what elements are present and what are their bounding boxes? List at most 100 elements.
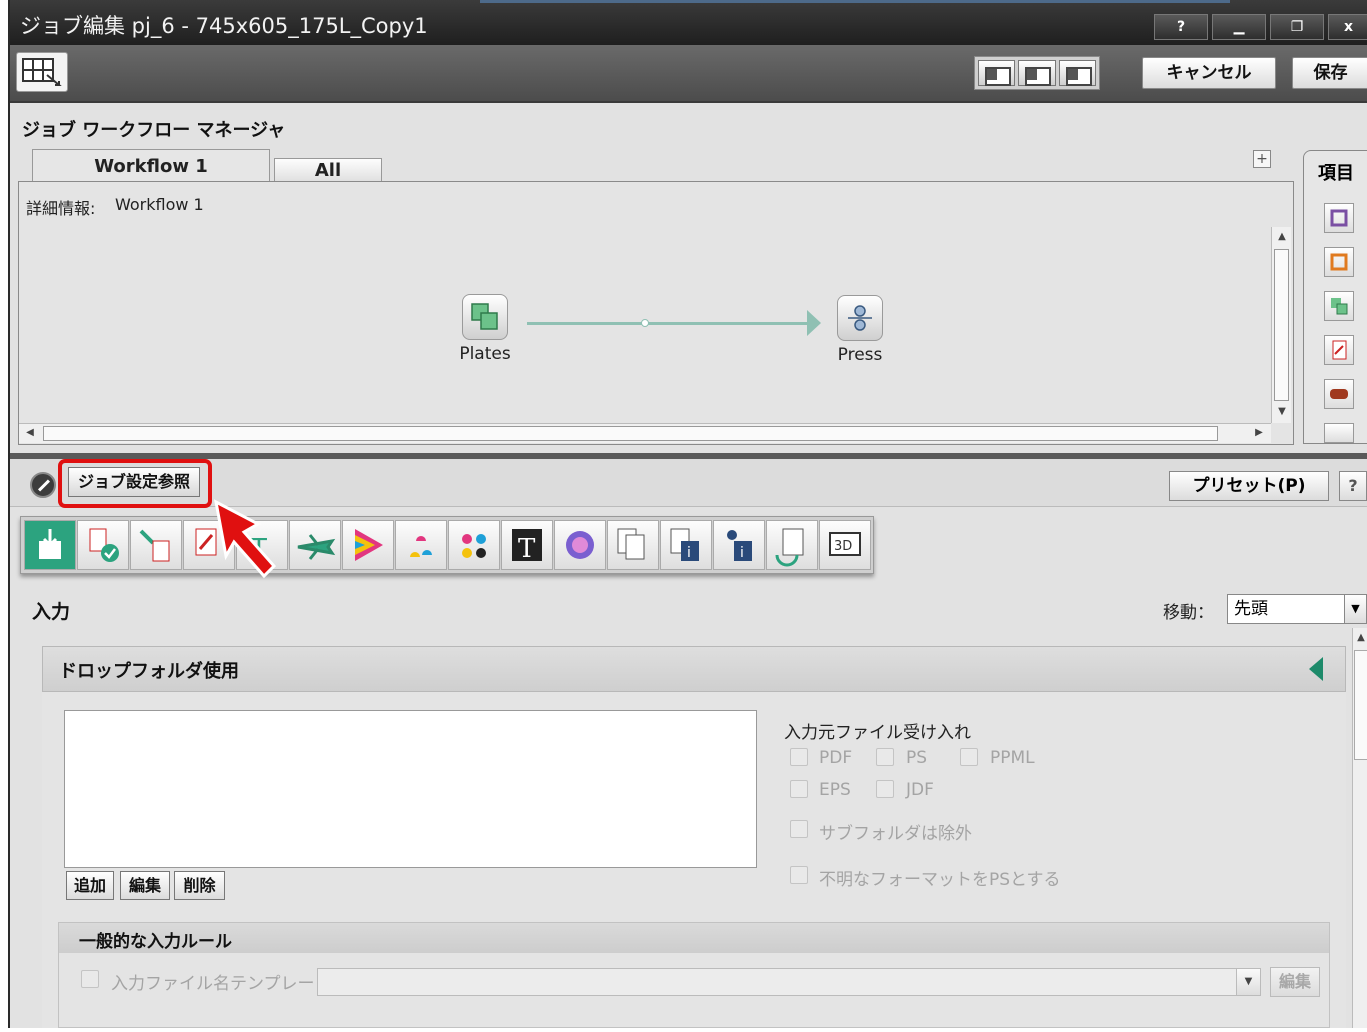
delete-button[interactable]: 削除 [174, 871, 225, 900]
exclude-subfolders-label: サブフォルダは除外 [819, 824, 972, 844]
eps-checkbox-label: EPS [819, 780, 851, 800]
scroll-down-icon[interactable]: ▼ [1274, 404, 1290, 420]
unknown-as-ps-checkbox[interactable] [790, 866, 808, 884]
eps-checkbox[interactable] [790, 780, 808, 798]
color-management-icon[interactable] [554, 520, 606, 570]
ps-checkbox-label: PS [906, 748, 928, 768]
connector-midpoint[interactable] [641, 319, 649, 327]
move-label: 移動： [1163, 603, 1214, 623]
title-accent-line [480, 0, 1230, 3]
input-section-title: 入力 [32, 601, 71, 623]
flight-icon[interactable] [289, 520, 341, 570]
scroll-left-icon[interactable]: ◀ [22, 425, 38, 441]
highlight-box [58, 459, 212, 508]
pdf-checkbox[interactable] [790, 748, 808, 766]
input-icon[interactable] [24, 520, 76, 570]
restore-button[interactable]: ❐ [1270, 14, 1324, 40]
settings-vertical-scrollbar[interactable]: ▲ [1352, 628, 1367, 1028]
scroll-up-icon[interactable]: ▲ [1353, 630, 1367, 646]
add-icon[interactable]: + [1253, 150, 1271, 168]
settings-help-button[interactable]: ? [1339, 471, 1367, 501]
chevron-down-icon[interactable]: ▼ [1344, 595, 1366, 623]
layout-1-icon[interactable] [978, 60, 1016, 86]
compass-icon[interactable] [30, 472, 56, 498]
canvas-vertical-scrollbar[interactable]: ▲ ▼ [1271, 227, 1291, 423]
help-button[interactable]: ? [1154, 14, 1208, 40]
drop-folder-header[interactable]: ドロップフォルダ使用 [42, 646, 1346, 692]
scroll-right-icon[interactable]: ▶ [1251, 425, 1267, 441]
window-title: ジョブ編集 pj_6 - 745x605_175L_Copy1 [20, 14, 428, 38]
color-icon[interactable] [342, 520, 394, 570]
output-icon[interactable] [766, 520, 818, 570]
detail-label: 詳細情報: [26, 199, 96, 218]
filename-template-label: 入力ファイル名テンプレート [111, 974, 332, 994]
settings-category-strip: T T i i 3D [20, 516, 874, 574]
text-icon[interactable]: T [501, 520, 553, 570]
hold-queue-icon[interactable] [1324, 203, 1354, 233]
3d-icon[interactable]: 3D [819, 520, 871, 570]
connector-line [527, 322, 812, 325]
info-icon[interactable]: i [713, 520, 765, 570]
edit-button[interactable]: 編集 [120, 871, 170, 900]
drop-folder-list[interactable] [64, 710, 757, 868]
scroll-thumb[interactable] [43, 426, 1218, 441]
ppml-checkbox[interactable] [960, 748, 978, 766]
add-button[interactable]: 追加 [66, 871, 114, 900]
press-node[interactable] [837, 295, 883, 341]
normalize-icon[interactable] [130, 520, 182, 570]
filename-template-checkbox[interactable] [81, 970, 99, 988]
save-button[interactable]: 保存 [1292, 57, 1367, 89]
layout-2-icon[interactable] [1018, 60, 1056, 86]
preset-button[interactable]: プリセット(P) [1169, 471, 1329, 501]
job-edit-window: ジョブ編集 pj_6 - 745x605_175L_Copy1 ? ▁ ❐ x … [8, 0, 1367, 1028]
drop-folder-title: ドロップフォルダ使用 [59, 661, 239, 682]
input-rules-group: 一般的な入力ルール 入力ファイル名テンプレート ▼ 編集 [58, 922, 1330, 1028]
preflight-icon[interactable] [77, 520, 129, 570]
items-title: 項目 [1318, 163, 1354, 184]
layout-toggle-group [974, 56, 1100, 90]
document-item-icon[interactable] [1324, 423, 1354, 443]
ps-checkbox[interactable] [876, 748, 894, 766]
layout-3-icon[interactable] [1058, 60, 1096, 86]
filename-template-select[interactable]: ▼ [317, 968, 1261, 996]
workflow-canvas: 詳細情報: Workflow 1 Plates Press ▲ ▼ ◀ ▶ [18, 181, 1294, 445]
scroll-thumb[interactable] [1354, 650, 1367, 760]
exclude-subfolders-checkbox[interactable] [790, 820, 808, 838]
separation-icon[interactable] [448, 520, 500, 570]
ink-icon[interactable] [395, 520, 447, 570]
close-button[interactable]: x [1328, 14, 1367, 40]
items-panel: 項目 [1303, 150, 1367, 444]
move-select[interactable]: 先頭 ▼ [1227, 594, 1367, 624]
svg-text:i: i [740, 545, 744, 561]
template-edit-button[interactable]: 編集 [1270, 967, 1320, 997]
layout-editor-icon[interactable] [16, 52, 68, 92]
plates-node[interactable] [462, 294, 508, 340]
ppml-checkbox-label: PPML [990, 748, 1035, 768]
title-bar: ジョブ編集 pj_6 - 745x605_175L_Copy1 ? ▁ ❐ x [10, 0, 1367, 45]
plates-icon [471, 303, 498, 330]
scroll-up-icon[interactable]: ▲ [1274, 229, 1290, 245]
plates-item-icon[interactable] [1324, 291, 1354, 321]
chevron-down-icon[interactable]: ▼ [1236, 969, 1260, 995]
workflow-manager-title: ジョブ ワークフロー マネージャ [22, 120, 286, 141]
pdf-checkbox-label: PDF [819, 748, 853, 768]
tab-workflow-1[interactable]: Workflow 1 [32, 149, 270, 183]
input-settings-panel: ドロップフォルダ使用 追加 編集 削除 入力元ファイル受け入れ PDF PS P… [42, 646, 1346, 1028]
connector-arrow-icon [807, 310, 821, 336]
move-select-value: 先頭 [1234, 599, 1268, 619]
job-info-icon[interactable]: i [660, 520, 712, 570]
press-item-icon[interactable] [1324, 379, 1354, 409]
pdf-item-icon[interactable] [1324, 335, 1354, 365]
canvas-horizontal-scrollbar[interactable]: ◀ ▶ [19, 423, 1271, 443]
cancel-button[interactable]: キャンセル [1142, 57, 1276, 89]
scroll-thumb[interactable] [1274, 249, 1289, 401]
plates-label: Plates [459, 344, 511, 364]
minimize-button[interactable]: ▁ [1212, 14, 1266, 40]
pages-icon[interactable] [607, 520, 659, 570]
collapse-icon[interactable] [1309, 657, 1323, 681]
tab-all[interactable]: All [274, 158, 382, 183]
pointer-arrow-icon [213, 499, 277, 579]
process-queue-icon[interactable] [1324, 247, 1354, 277]
jdf-checkbox[interactable] [876, 780, 894, 798]
detail-value: Workflow 1 [115, 195, 204, 214]
